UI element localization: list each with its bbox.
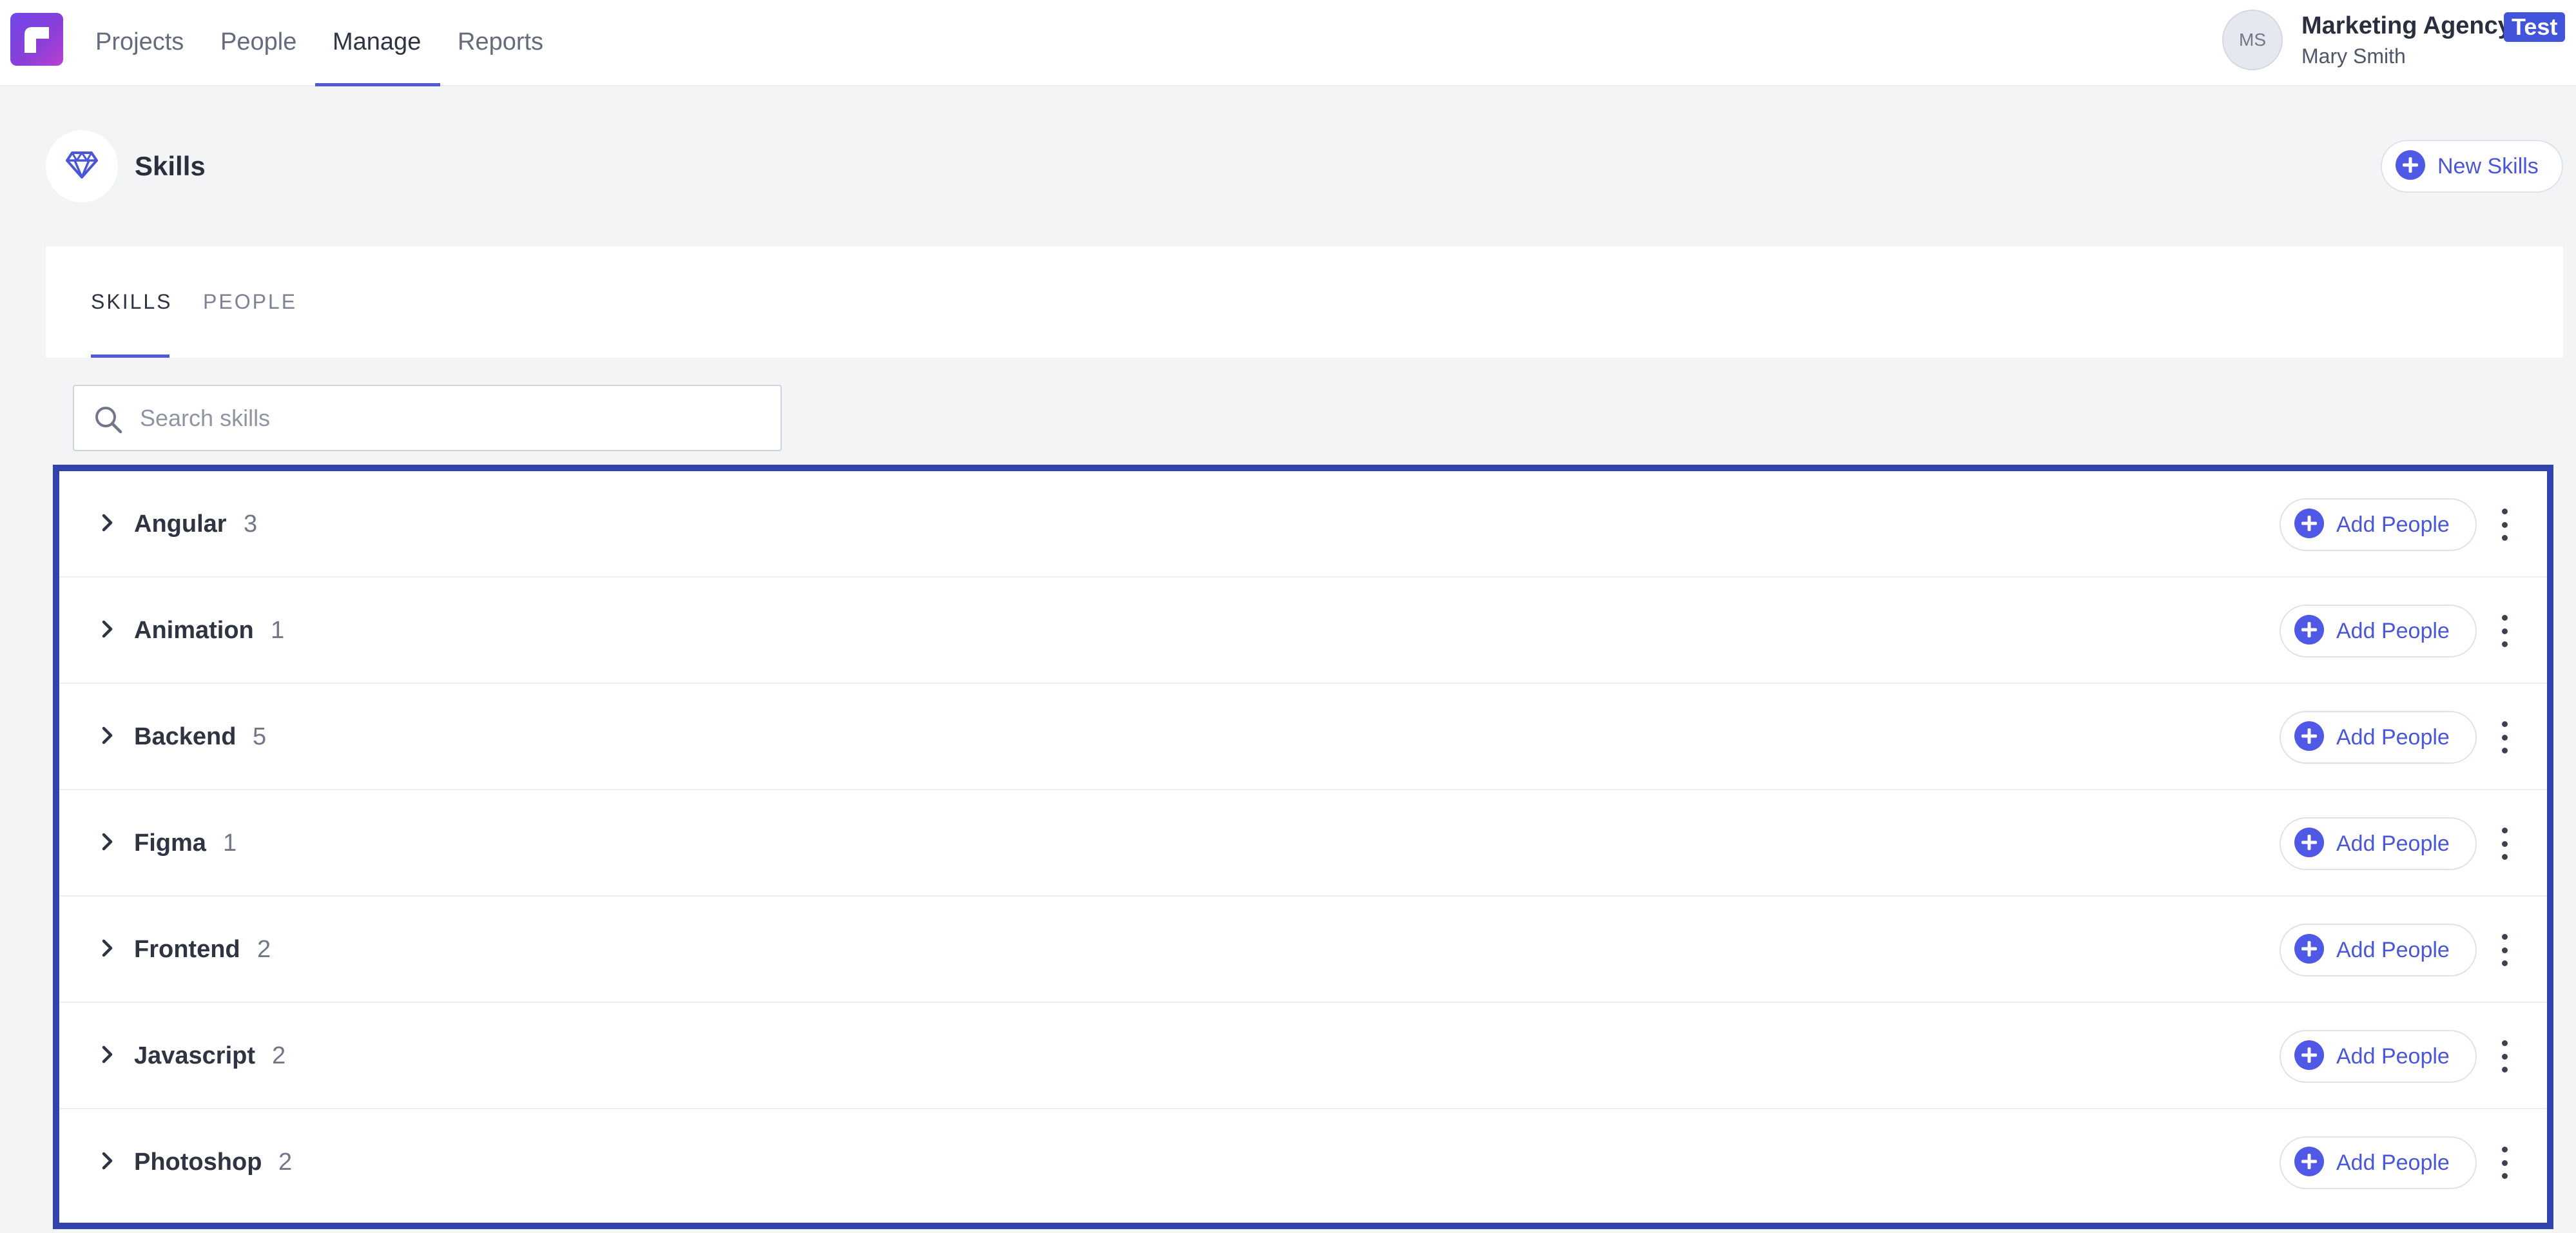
add-people-button[interactable]: Add People	[2280, 924, 2477, 976]
plus-circle-icon	[2294, 1146, 2325, 1180]
add-people-label: Add People	[2336, 512, 2450, 537]
new-skills-label: New Skills	[2437, 153, 2539, 179]
top-navigation: Projects People Manage Reports MS Market…	[0, 0, 2576, 86]
tab-skills[interactable]: SKILLS	[91, 287, 173, 316]
page-icon-circle	[46, 130, 118, 202]
skill-row-figma[interactable]: Figma 1 Add People	[59, 790, 2547, 897]
skill-name: Figma	[134, 830, 206, 857]
add-people-button[interactable]: Add People	[2280, 498, 2477, 551]
skill-name: Javascript	[134, 1042, 256, 1069]
nav-people[interactable]: People	[220, 26, 296, 58]
skill-row-animation[interactable]: Animation 1 Add People	[59, 578, 2547, 684]
add-people-label: Add People	[2336, 1044, 2450, 1069]
skill-row-javascript[interactable]: Javascript 2 Add People	[59, 1003, 2547, 1109]
user-name: Mary Smith	[2301, 44, 2406, 68]
organization-name[interactable]: Marketing Agency	[2301, 9, 2512, 43]
avatar[interactable]: MS	[2222, 10, 2283, 70]
add-people-label: Add People	[2336, 1150, 2450, 1175]
skill-name: Backend	[134, 723, 237, 750]
nav-active-indicator	[315, 83, 440, 86]
add-people-button[interactable]: Add People	[2280, 817, 2477, 870]
skill-people-count: 2	[257, 936, 271, 963]
plus-circle-icon	[2294, 1040, 2325, 1074]
search-input[interactable]	[140, 399, 759, 438]
chevron-right-icon[interactable]	[99, 937, 116, 962]
plus-circle-icon	[2294, 614, 2325, 648]
app-logo-icon[interactable]	[10, 13, 63, 66]
nav-manage[interactable]: Manage	[333, 26, 421, 58]
more-options-icon[interactable]	[2495, 717, 2514, 757]
plus-circle-icon	[2294, 721, 2325, 755]
add-people-label: Add People	[2336, 724, 2450, 750]
skill-name: Frontend	[134, 936, 240, 963]
search-box[interactable]	[73, 385, 782, 451]
plus-circle-icon	[2395, 150, 2426, 184]
plus-circle-icon	[2294, 508, 2325, 542]
new-skills-button[interactable]: New Skills	[2381, 140, 2563, 193]
diamond-icon	[66, 151, 98, 182]
avatar-initials: MS	[2239, 30, 2266, 50]
search-icon	[93, 405, 123, 438]
add-people-button[interactable]: Add People	[2280, 711, 2477, 764]
skill-row-backend[interactable]: Backend 5 Add People	[59, 684, 2547, 790]
add-people-button[interactable]: Add People	[2280, 1136, 2477, 1189]
tab-people[interactable]: PEOPLE	[203, 287, 297, 316]
plus-circle-icon	[2294, 933, 2325, 967]
more-options-icon[interactable]	[2495, 1143, 2514, 1183]
environment-badge: Test	[2504, 12, 2566, 42]
skill-people-count: 5	[253, 723, 267, 750]
more-options-icon[interactable]	[2495, 505, 2514, 545]
add-people-label: Add People	[2336, 831, 2450, 856]
skill-row-photoshop[interactable]: Photoshop 2 Add People	[59, 1109, 2547, 1216]
add-people-button[interactable]: Add People	[2280, 605, 2477, 657]
skill-name: Animation	[134, 617, 254, 644]
skill-people-count: 3	[244, 510, 258, 538]
nav-projects[interactable]: Projects	[95, 26, 184, 58]
skill-people-count: 1	[271, 617, 285, 644]
page-title: Skills	[135, 151, 206, 181]
chevron-right-icon[interactable]	[99, 1150, 116, 1175]
skill-name: Photoshop	[134, 1149, 262, 1176]
skill-people-count: 1	[223, 830, 237, 857]
skill-row-frontend[interactable]: Frontend 2 Add People	[59, 897, 2547, 1003]
add-people-button[interactable]: Add People	[2280, 1030, 2477, 1083]
add-people-label: Add People	[2336, 618, 2450, 643]
more-options-icon[interactable]	[2495, 824, 2514, 864]
chevron-right-icon[interactable]	[99, 618, 116, 643]
skill-people-count: 2	[272, 1042, 286, 1069]
more-options-icon[interactable]	[2495, 1036, 2514, 1076]
skill-name: Angular	[134, 510, 227, 538]
more-options-icon[interactable]	[2495, 930, 2514, 970]
plus-circle-icon	[2294, 827, 2325, 861]
chevron-right-icon[interactable]	[99, 512, 116, 537]
chevron-right-icon[interactable]	[99, 724, 116, 750]
nav-reports[interactable]: Reports	[458, 26, 543, 58]
skill-list: Angular 3 Add People Animation 1 Add Peo…	[53, 465, 2553, 1229]
skill-row-angular[interactable]: Angular 3 Add People	[59, 471, 2547, 578]
skill-people-count: 2	[278, 1149, 293, 1176]
add-people-label: Add People	[2336, 937, 2450, 962]
more-options-icon[interactable]	[2495, 611, 2514, 651]
chevron-right-icon[interactable]	[99, 1044, 116, 1069]
chevron-right-icon[interactable]	[99, 831, 116, 856]
